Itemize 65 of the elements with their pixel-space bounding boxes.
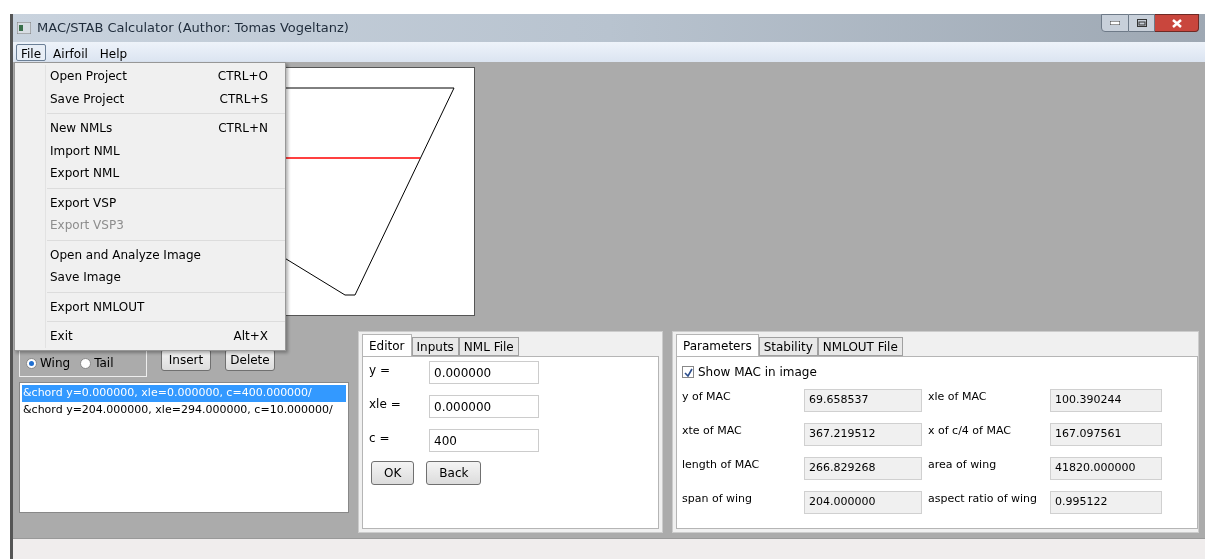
shortcut-label: CTRL+O <box>217 68 268 86</box>
menu-entry[interactable]: Import NML <box>47 139 285 162</box>
param-value: 367.219512 <box>804 423 922 446</box>
radio-option[interactable]: Tail <box>80 354 114 372</box>
param-value: 69.658537 <box>804 389 922 412</box>
menu-entry[interactable]: New NMLs CTRL+N <box>47 117 285 140</box>
minimize-icon <box>1110 21 1120 25</box>
minimize-button[interactable] <box>1101 14 1129 32</box>
shortcut-label: Alt+X <box>233 328 268 346</box>
menu-entry[interactable]: Export VSP <box>47 191 285 214</box>
radio-button[interactable] <box>80 357 92 369</box>
close-button[interactable] <box>1155 14 1199 32</box>
action-button[interactable]: Delete <box>225 349 275 371</box>
app-icon <box>17 22 31 34</box>
dialog-button[interactable]: Back <box>426 461 482 485</box>
maximize-button[interactable] <box>1129 14 1155 32</box>
menu-item[interactable]: File <box>16 43 47 61</box>
menu-item[interactable]: Airfoil <box>48 43 93 61</box>
maximize-icon <box>1136 19 1147 27</box>
field-label: c = <box>369 430 391 447</box>
tab[interactable]: Stability <box>758 337 818 356</box>
shortcut-label: CTRL+N <box>218 120 268 138</box>
menu-entry[interactable]: Save Image <box>47 266 285 289</box>
input-field[interactable]: 400 <box>429 429 539 452</box>
param-value: 100.390244 <box>1050 389 1162 412</box>
radio-option[interactable]: Wing <box>26 354 71 372</box>
menu-entry[interactable]: Save Project CTRL+S <box>47 87 285 110</box>
window-title: MAC/STAB Calculator (Author: Tomas Vogeltanz) <box>37 19 349 38</box>
field-label: y = <box>369 362 391 379</box>
list-item[interactable]: &chord y=204.000000, xle=294.000000, c=10.000000/ <box>22 401 346 418</box>
param-label: xle of MAC <box>928 389 988 405</box>
shortcut-label: CTRL+S <box>219 90 268 108</box>
checkbox[interactable] <box>682 366 694 378</box>
param-value: 266.829268 <box>804 457 922 480</box>
radio-button[interactable] <box>26 357 37 369</box>
param-label: length of MAC <box>682 457 761 473</box>
param-label: area of wing <box>928 457 998 473</box>
param-label: x of c/4 of MAC <box>928 423 1012 439</box>
field-label: xle = <box>369 396 402 413</box>
menu-entry[interactable]: Exit Alt+X <box>47 325 285 348</box>
menu-entry[interactable]: Open and Analyze Image <box>47 243 285 266</box>
menu-entry[interactable]: Open Project CTRL+O <box>47 65 285 88</box>
tab[interactable]: Editor <box>362 334 412 356</box>
tab[interactable]: NML File <box>458 337 519 356</box>
param-value: 204.000000 <box>804 491 922 514</box>
input-field[interactable]: 0.000000 <box>429 395 539 418</box>
param-value: 0.995122 <box>1050 491 1162 514</box>
tab[interactable]: Inputs <box>411 337 459 356</box>
input-field[interactable]: 0.000000 <box>429 361 539 384</box>
param-value: 41820.000000 <box>1050 457 1162 480</box>
check-icon <box>683 367 693 377</box>
action-button[interactable]: Insert <box>161 349 211 371</box>
param-label: span of wing <box>682 491 754 507</box>
param-label: y of MAC <box>682 389 732 405</box>
dialog-button[interactable]: OK <box>371 461 415 485</box>
param-label: aspect ratio of wing <box>928 491 1039 507</box>
show-mac-checkbox[interactable]: Show MAC in image <box>682 363 1192 381</box>
menu-item[interactable]: Help <box>94 43 133 61</box>
tab[interactable]: NMLOUT File <box>817 337 903 356</box>
param-value: 167.097561 <box>1050 423 1162 446</box>
menu-entry[interactable]: Export NML <box>47 162 285 185</box>
menu-entry[interactable]: Export NMLOUT <box>47 295 285 318</box>
close-icon <box>1171 18 1182 28</box>
param-label: xte of MAC <box>682 423 743 439</box>
tab[interactable]: Parameters <box>676 334 759 356</box>
